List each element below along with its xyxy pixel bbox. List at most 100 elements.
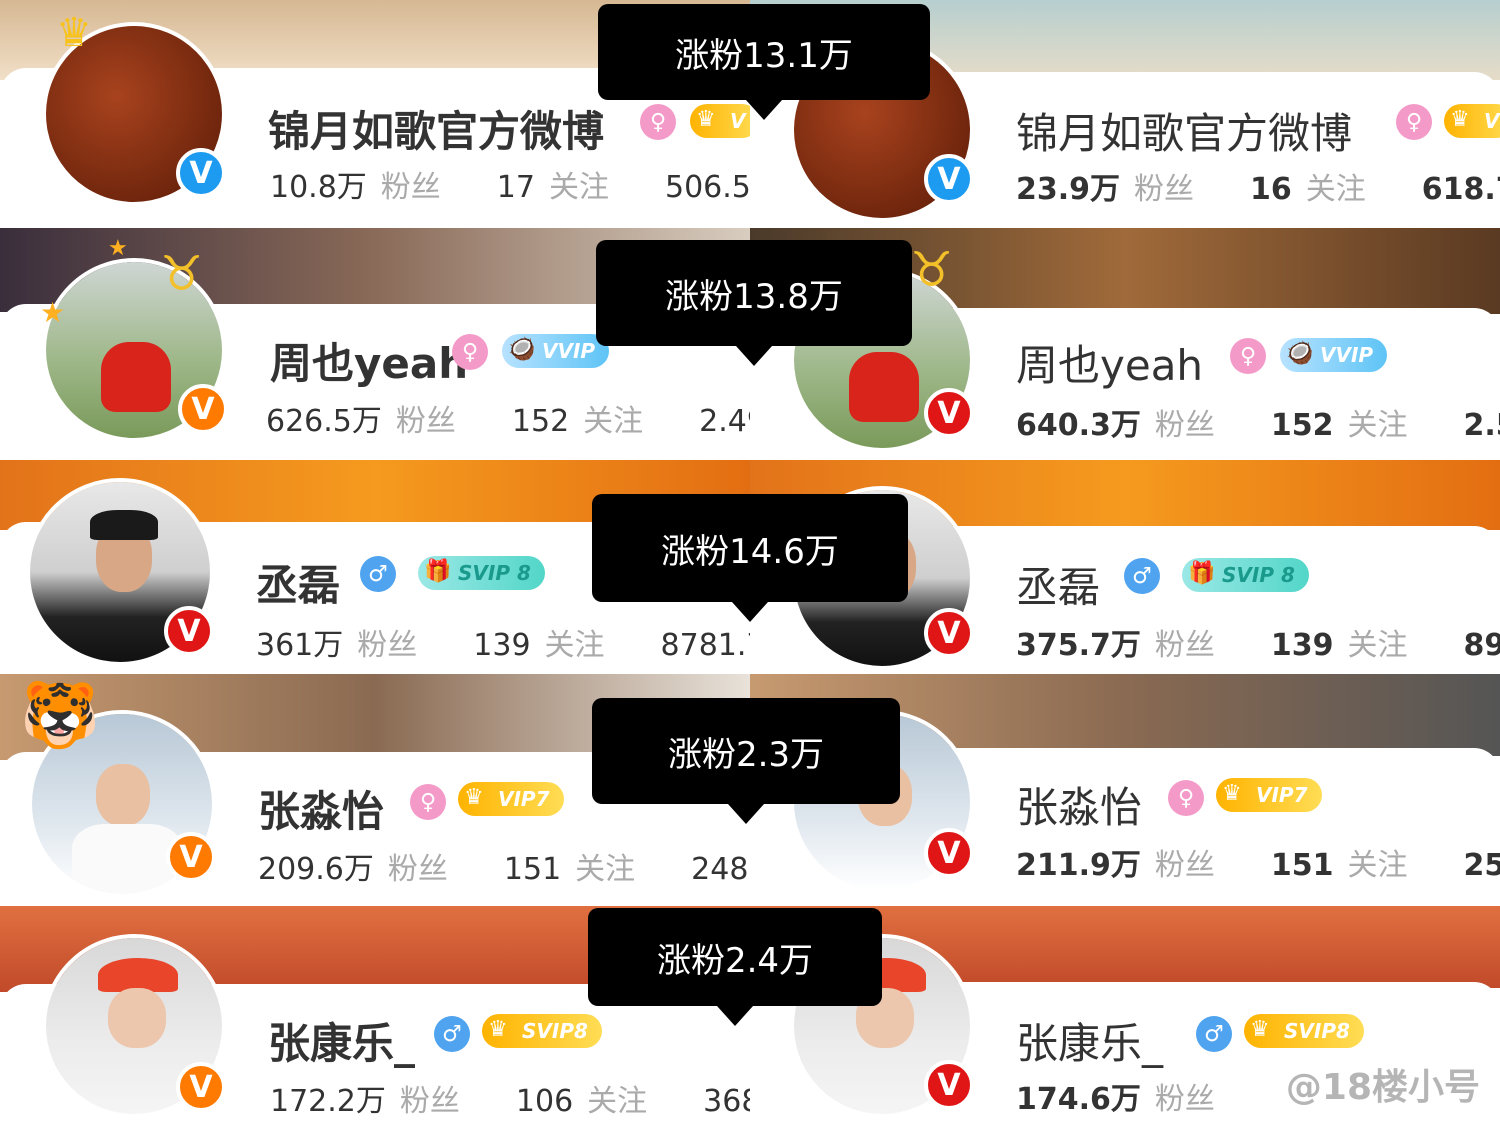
stats-row: 211.9万粉丝 151 关注 2548.1 — [1016, 840, 1500, 884]
profile-name: 锦月如歌官方微博 — [1016, 109, 1353, 158]
stats-row: 361万粉丝 139 关注 8781.7万 — [256, 620, 750, 664]
gain-tooltip: 涨粉14.6万 — [592, 494, 908, 622]
likes-count[interactable]: 506.5万 — [665, 170, 750, 205]
likes-count[interactable]: 8910.4 — [1464, 628, 1500, 663]
followers-label: 粉丝 — [399, 1084, 460, 1119]
gift-icon: 🎁 — [424, 559, 452, 584]
likes-count[interactable]: 2548.1 — [1464, 848, 1500, 883]
followers-count[interactable]: 23.9万 — [1016, 172, 1120, 207]
stats-row: 626.5万粉丝 152 关注 2.49 — [266, 396, 750, 440]
likes-count[interactable]: 8781.7万 — [661, 628, 750, 663]
following-label: 关注 — [583, 404, 644, 439]
following-label: 关注 — [1347, 628, 1408, 663]
female-icon: ♀ — [1230, 338, 1266, 374]
stats-row: 375.7万粉丝 139 关注 8910.4 — [1016, 620, 1500, 664]
taurus-icon: ♉ — [160, 246, 204, 302]
gain-tooltip: 涨粉13.1万 — [598, 4, 930, 120]
verified-badge-icon: V — [924, 608, 974, 658]
female-icon: ♀ — [410, 784, 446, 820]
followers-count[interactable]: 361万 — [256, 628, 343, 663]
stats-row: 23.9万粉丝 16 关注 618.7万 — [1016, 164, 1500, 208]
profile-name: 丞磊 — [256, 561, 341, 610]
male-icon: ♂ — [1196, 1016, 1232, 1052]
followers-count[interactable]: 209.6万 — [258, 852, 374, 887]
stats-row: 209.6万粉丝 151 关注 2483.8 — [258, 844, 750, 888]
profile-name: 周也yeah — [1016, 341, 1204, 390]
gain-tooltip: 涨粉2.3万 — [592, 698, 900, 824]
watermark-text: @18楼小号 — [1285, 1067, 1480, 1108]
male-icon: ♂ — [1124, 558, 1160, 594]
verified-badge-icon: V — [924, 1060, 974, 1110]
stats-row: 172.2万粉丝 106 关注 3686.6 — [270, 1076, 750, 1120]
svip-badge[interactable]: 🎁 SVIP 8 — [418, 556, 545, 590]
female-icon: ♀ — [452, 334, 488, 370]
profile-name: 周也yeah — [270, 339, 469, 388]
followers-label: 粉丝 — [395, 404, 456, 439]
followers-label: 粉丝 — [1154, 628, 1215, 663]
coconut-icon: 🥥 — [1286, 341, 1314, 366]
following-count[interactable]: 139 — [473, 628, 530, 663]
followers-count[interactable]: 640.3万 — [1016, 408, 1141, 443]
following-count[interactable]: 151 — [504, 852, 561, 887]
tiger-icon: 🐯 — [20, 679, 100, 753]
crown-icon: ♛ — [56, 10, 92, 56]
followers-count[interactable]: 172.2万 — [270, 1084, 386, 1119]
likes-count[interactable]: 3686.6 — [703, 1084, 750, 1119]
svip-badge[interactable]: ♛ SVIP8 — [482, 1014, 602, 1048]
svip-badge[interactable]: 🎁 SVIP 8 — [1182, 558, 1309, 592]
following-count[interactable]: 106 — [516, 1084, 573, 1119]
vip-badge[interactable]: ♛ VIP7 — [1216, 778, 1322, 812]
vip-badge[interactable]: ♛ V — [1444, 104, 1500, 138]
crown-icon: ♛ — [1450, 107, 1470, 132]
crown-icon: ♛ — [464, 785, 484, 810]
following-count[interactable]: 152 — [512, 404, 569, 439]
following-label: 关注 — [544, 628, 605, 663]
female-icon: ♀ — [1396, 104, 1432, 140]
likes-count[interactable]: 2483.8 — [691, 852, 750, 887]
vip-badge[interactable]: 🥥 VVIP — [502, 334, 610, 368]
followers-count[interactable]: 211.9万 — [1016, 848, 1141, 883]
verified-badge-icon: V — [924, 154, 974, 204]
stats-row: 10.8万粉丝 17 关注 506.5万 — [270, 162, 750, 206]
following-label: 关注 — [1347, 408, 1408, 443]
followers-count[interactable]: 10.8万 — [270, 170, 367, 205]
svip-badge[interactable]: ♛ SVIP8 — [1244, 1014, 1364, 1048]
followers-label: 粉丝 — [357, 628, 418, 663]
vip-badge[interactable]: ♛ V — [690, 104, 750, 138]
following-label: 关注 — [1305, 172, 1366, 207]
following-label: 关注 — [575, 852, 636, 887]
followers-label: 粉丝 — [1154, 1082, 1215, 1117]
following-count[interactable]: 152 — [1271, 408, 1334, 443]
following-count[interactable]: 139 — [1271, 628, 1334, 663]
gain-tooltip: 涨粉13.8万 — [596, 240, 912, 366]
gain-tooltip: 涨粉2.4万 — [588, 908, 882, 1026]
likes-count[interactable]: 2.49 — [699, 404, 750, 439]
verified-badge-icon: V — [176, 148, 226, 198]
profile-name: 张淼怡 — [258, 787, 385, 836]
female-icon: ♀ — [1168, 780, 1204, 816]
verified-badge-icon: V — [176, 1062, 226, 1112]
followers-count[interactable]: 626.5万 — [266, 404, 382, 439]
gift-icon: 🎁 — [1188, 561, 1216, 586]
profile-name: 张康乐_ — [268, 1019, 416, 1068]
following-count[interactable]: 151 — [1271, 848, 1334, 883]
likes-count[interactable]: 2.52 — [1464, 408, 1500, 443]
followers-label: 粉丝 — [380, 170, 441, 205]
profile-name: 锦月如歌官方微博 — [268, 107, 605, 156]
followers-count[interactable]: 375.7万 — [1016, 628, 1141, 663]
stats-row: 174.6万 粉丝 — [1016, 1074, 1271, 1118]
verified-badge-icon: V — [166, 832, 216, 882]
crown-icon: ♛ — [1250, 1017, 1270, 1042]
vip-badge[interactable]: ♛ VIP7 — [458, 782, 564, 816]
vip-badge[interactable]: 🥥 VVIP — [1280, 338, 1388, 372]
following-label: 关注 — [1347, 848, 1408, 883]
followers-label: 粉丝 — [1134, 172, 1195, 207]
following-count[interactable]: 17 — [497, 170, 535, 205]
taurus-icon: ♉ — [910, 242, 954, 298]
followers-count[interactable]: 174.6万 — [1016, 1082, 1141, 1117]
followers-label: 粉丝 — [1154, 408, 1215, 443]
verified-badge-icon: V — [924, 828, 974, 878]
verified-badge-icon: V — [924, 388, 974, 438]
following-count[interactable]: 16 — [1250, 172, 1292, 207]
likes-count[interactable]: 618.7万 — [1422, 172, 1500, 207]
